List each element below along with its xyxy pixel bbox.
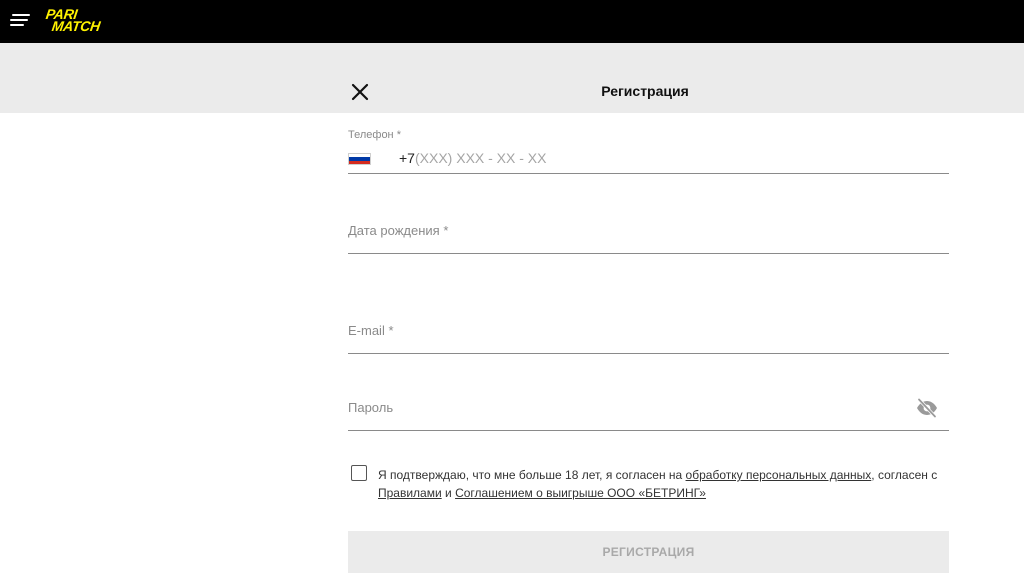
- logo-text-bottom: MATCH: [50, 18, 102, 34]
- parimatch-logo[interactable]: PARI MATCH: [44, 6, 120, 35]
- password-input[interactable]: [348, 390, 949, 430]
- winning-agreement-link[interactable]: Соглашением о выигрыше ООО «БЕТРИНГ»: [455, 486, 706, 500]
- phone-prefix: +7: [399, 150, 415, 166]
- agreement-text-part: Я подтверждаю, что мне больше 18 лет, я …: [378, 468, 686, 482]
- email-field[interactable]: E-mail *: [348, 313, 949, 354]
- birthdate-label: Дата рождения *: [348, 223, 449, 238]
- birthdate-field[interactable]: Дата рождения *: [348, 213, 949, 254]
- agreement-text-part: , согласен с: [871, 468, 938, 482]
- password-field[interactable]: Пароль: [348, 390, 949, 431]
- close-icon[interactable]: [350, 82, 370, 102]
- phone-input[interactable]: [415, 147, 835, 169]
- email-input[interactable]: [348, 313, 949, 353]
- personal-data-link[interactable]: обработку персональных данных: [686, 468, 872, 482]
- agree-checkbox[interactable]: [351, 465, 367, 481]
- ru-flag-icon[interactable]: [348, 153, 371, 165]
- agreement-text-part: и: [441, 486, 456, 500]
- rules-link[interactable]: Правилами: [378, 486, 442, 500]
- eye-off-icon[interactable]: [915, 396, 939, 420]
- top-bar: PARI MATCH: [0, 0, 1024, 43]
- dialog-header-band: [0, 43, 1024, 113]
- phone-label: Телефон *: [348, 129, 401, 141]
- password-label: Пароль: [348, 400, 394, 415]
- menu-icon[interactable]: [10, 13, 30, 29]
- register-button[interactable]: РЕГИСТРАЦИЯ: [348, 531, 949, 573]
- email-label: E-mail *: [348, 323, 394, 338]
- agreement-text: Я подтверждаю, что мне больше 18 лет, я …: [378, 466, 958, 502]
- dialog-title: Регистрация: [601, 83, 689, 99]
- phone-field: Телефон * +7: [348, 125, 949, 174]
